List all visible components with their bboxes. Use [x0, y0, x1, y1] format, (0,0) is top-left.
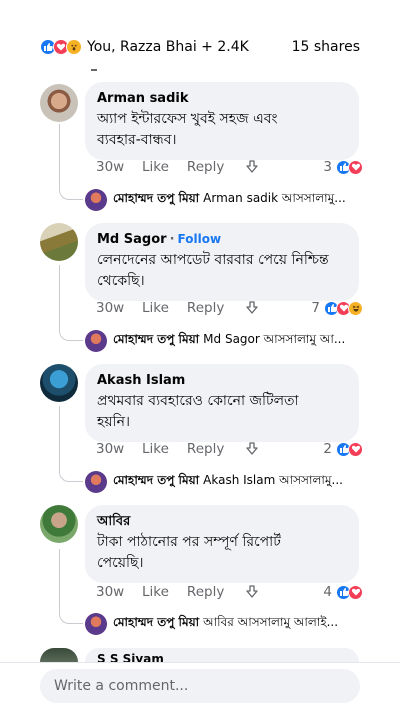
shares-count[interactable]: 15 shares [292, 39, 360, 55]
commenter-name-row: Md Sagor · Follow [97, 231, 347, 248]
comment-bubble: Md Sagor · Follow লেনদেনের আপডেট বারবার পে… [85, 223, 359, 301]
reactions-summary-bar: You, Razza Bhai + 2.4K 15 shares [40, 36, 360, 58]
reaction-count[interactable]: 2 [323, 441, 363, 457]
like-button[interactable]: Like [142, 584, 169, 600]
comment-actions: 30w Like Reply 7 [96, 300, 363, 316]
reply-snippet: আবির আসসালামু আলাই... [203, 615, 339, 629]
reaction-count[interactable]: 3 [323, 159, 363, 175]
reply-snippet: Akash Islam আসসালামু... [203, 473, 343, 487]
reply-author-name: মোহাম্মদ তপু মিয়া [113, 615, 200, 629]
comment-composer [0, 662, 400, 710]
reaction-count-number: 4 [323, 584, 332, 600]
reaction-count[interactable]: 7 [311, 300, 363, 316]
comment-actions: 30w Like Reply 2 [96, 441, 363, 457]
avatar[interactable] [40, 648, 78, 662]
reply-avatar [85, 330, 107, 352]
share-icon[interactable] [244, 300, 260, 316]
commenter-name[interactable]: S S Siyam [97, 652, 164, 662]
comment-bubble: আবির টাকা পাঠানোর পর সম্পূর্ণ রিপোর্ট পে… [85, 505, 359, 583]
reply-avatar [85, 471, 107, 493]
reply-thread-line [59, 549, 83, 624]
wow-icon [66, 39, 82, 55]
reply-thread-line [59, 406, 83, 482]
comment-timestamp[interactable]: 30w [96, 300, 142, 316]
comment-bubble: Arman sadik অ্যাপ ইন্টারফেস খুবই সহজ এবং… [85, 82, 359, 160]
comment-timestamp[interactable]: 30w [96, 159, 142, 175]
avatar[interactable] [40, 223, 78, 261]
reply-snippet: Md Sagor আসসালামু আ... [203, 332, 346, 346]
reaction-count[interactable]: 4 [323, 584, 363, 600]
reply-preview[interactable]: মোহাম্মদ তপু মিয়া Arman sadik আসসালামু.… [85, 189, 360, 211]
reaction-count-number: 7 [311, 300, 320, 316]
love-icon [348, 441, 363, 457]
comment-actions: 30w Like Reply 3 [96, 159, 363, 175]
reply-button[interactable]: Reply [187, 300, 224, 316]
comment-input[interactable] [40, 669, 360, 703]
share-icon[interactable] [244, 441, 260, 457]
reply-avatar [85, 189, 107, 211]
comment-text-line: অ্যাপ ইন্টারফেস খুবই সহজ এবং [97, 111, 278, 127]
commenter-name[interactable]: Akash Islam [97, 372, 347, 389]
reply-snippet: Arman sadik আসসালামু... [203, 191, 346, 205]
follow-button[interactable]: Follow [178, 232, 222, 246]
reply-button[interactable]: Reply [187, 584, 224, 600]
love-icon [348, 159, 363, 175]
comment-bubble-partial: S S Siyam [85, 648, 359, 662]
reply-thread-line [59, 124, 83, 200]
love-icon [348, 584, 363, 600]
avatar[interactable] [40, 84, 78, 122]
avatar[interactable] [40, 505, 78, 543]
reply-preview[interactable]: মোহাম্মদ তপু মিয়া Akash Islam আসসালামু.… [85, 471, 360, 493]
comment-text-line: পেয়েছি। [97, 555, 144, 571]
reply-button[interactable]: Reply [187, 159, 224, 175]
comment-text-line: ব্যবহার-বান্ধব। [97, 132, 177, 148]
reply-author-name: মোহাম্মদ তপু মিয়া [113, 332, 200, 346]
comment-actions: 30w Like Reply 4 [96, 584, 363, 600]
share-icon[interactable] [244, 584, 260, 600]
haha-icon [348, 300, 363, 316]
reply-author-name: মোহাম্মদ তপু মিয়া [113, 473, 200, 487]
separator-dot: · [169, 232, 175, 247]
comment-text-line: লেনদেনের আপডেট বারবার পেয়ে নিশ্চিন্ত [97, 252, 329, 268]
commenter-name[interactable]: Md Sagor [97, 232, 167, 247]
like-button[interactable]: Like [142, 441, 169, 457]
reply-preview[interactable]: মোহাম্মদ তপু মিয়া আবির আসসালামু আলাই... [85, 613, 360, 635]
avatar[interactable] [40, 364, 78, 402]
reactors-text[interactable]: You, Razza Bhai + 2.4K [87, 39, 249, 55]
reply-button[interactable]: Reply [187, 441, 224, 457]
share-icon[interactable] [244, 159, 260, 175]
like-button[interactable]: Like [142, 159, 169, 175]
reaction-count-number: 3 [323, 159, 332, 175]
comment-timestamp[interactable]: 30w [96, 584, 142, 600]
reply-thread-line [59, 265, 83, 341]
comment-bubble: Akash Islam প্রথমবার ব্যবহারেও কোনো জটিল… [85, 364, 359, 442]
reaction-count-number: 2 [323, 441, 332, 457]
comment-text-line: প্রথমবার ব্যবহারেও কোনো জটিলতা [97, 393, 299, 409]
comment-timestamp[interactable]: 30w [96, 441, 142, 457]
divider-dash [91, 69, 97, 71]
comment-text-line: হয়নি। [97, 414, 130, 430]
comment-text-line: থেকেছি। [97, 273, 145, 289]
reply-avatar [85, 613, 107, 635]
reply-author-name: মোহাম্মদ তপু মিয়া [113, 191, 200, 205]
reactions-summary[interactable]: You, Razza Bhai + 2.4K [40, 39, 249, 55]
like-button[interactable]: Like [142, 300, 169, 316]
comment-text-line: টাকা পাঠানোর পর সম্পূর্ণ রিপোর্ট [97, 534, 281, 550]
commenter-name[interactable]: Arman sadik [97, 90, 347, 107]
commenter-name[interactable]: আবির [97, 513, 347, 530]
reply-preview[interactable]: মোহাম্মদ তপু মিয়া Md Sagor আসসালামু আ..… [85, 330, 360, 352]
